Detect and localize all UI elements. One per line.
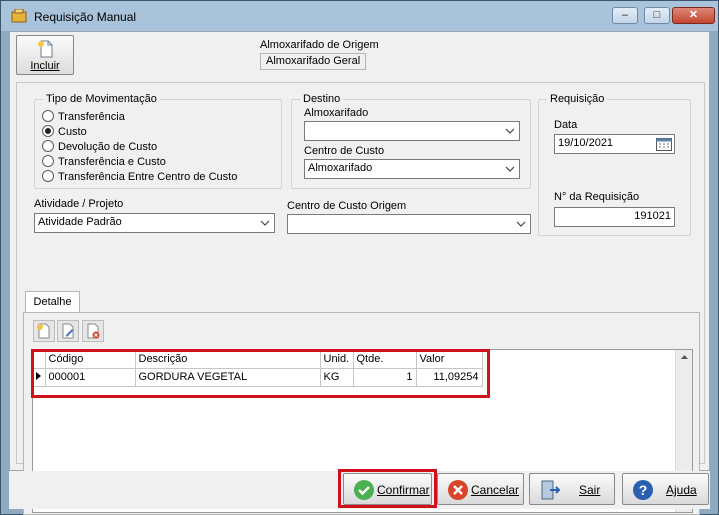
radio-label: Custo: [58, 126, 87, 138]
radio-label: Devolução de Custo: [58, 141, 158, 153]
help-icon: ?: [633, 480, 653, 500]
tab-detalhe[interactable]: Detalhe: [25, 291, 80, 313]
activity-value: Atividade Padrão: [38, 216, 122, 228]
activity-select[interactable]: Atividade Padrão: [34, 213, 275, 233]
exit-label: Sair: [579, 483, 601, 497]
requisition-title: Requisição: [547, 93, 608, 105]
chevron-down-icon: [505, 166, 515, 172]
confirm-label: Confirmar: [377, 483, 430, 497]
help-label: Ajuda: [666, 483, 697, 497]
radio-devolucao-de-custo[interactable]: Devolução de Custo: [42, 140, 157, 153]
window-title: Requisição Manual: [34, 10, 137, 24]
edit-item-button[interactable]: [57, 320, 79, 342]
origin-label: Almoxarifado de Origem: [260, 39, 379, 51]
exit-door-icon: [541, 480, 561, 500]
activity-label: Atividade / Projeto: [34, 198, 124, 210]
bottom-button-bar: Confirmar Cancelar Sair ? Ajuda: [9, 469, 710, 509]
radio-transferencia[interactable]: Transferência: [42, 110, 125, 123]
help-button[interactable]: ? Ajuda: [622, 473, 709, 505]
number-field[interactable]: 191021: [554, 207, 675, 227]
requisition-group: Requisição Data 19/10/2021 N° da Requisi…: [538, 93, 691, 236]
include-button[interactable]: Incluir: [16, 35, 74, 75]
origin-cost-center-label: Centro de Custo Origem: [287, 200, 407, 212]
calendar-icon[interactable]: [656, 137, 672, 151]
cost-center-label: Centro de Custo: [304, 145, 385, 157]
radio-circle: [42, 170, 54, 182]
radio-transferencia-e-custo[interactable]: Transferência e Custo: [42, 155, 166, 168]
new-document-icon: [38, 40, 53, 58]
date-value: 19/10/2021: [558, 137, 614, 149]
scroll-up-icon[interactable]: [676, 350, 693, 364]
minimize-button[interactable]: –: [612, 7, 638, 24]
movement-title: Tipo de Movimentação: [43, 93, 160, 105]
svg-text:?: ?: [639, 482, 648, 498]
app-icon: [11, 9, 27, 23]
date-label: Data: [554, 119, 578, 131]
edit-document-icon: [62, 323, 74, 339]
highlight-grid-box: [31, 349, 490, 398]
number-label: N° da Requisição: [554, 191, 640, 203]
include-label: Incluir: [30, 60, 60, 72]
cost-center-value: Almoxarifado: [308, 162, 373, 174]
warehouse-label: Almoxarifado: [304, 107, 369, 119]
radio-transferencia-entre-centro[interactable]: Transferência Entre Centro de Custo: [42, 170, 237, 183]
chevron-down-icon: [260, 220, 270, 226]
origin-field: Almoxarifado Geral: [260, 53, 366, 70]
cost-center-select[interactable]: Almoxarifado: [304, 159, 520, 179]
form-client: Incluir Almoxarifado de Origem Almoxarif…: [9, 31, 710, 515]
main-panel: Tipo de Movimentação Transferência Custo…: [16, 82, 705, 515]
origin-cost-center-select[interactable]: [287, 214, 531, 234]
requisition-window: Requisição Manual – □ ✕ Incluir Almoxari…: [0, 0, 719, 515]
destination-title: Destino: [300, 93, 344, 105]
maximize-button[interactable]: □: [644, 7, 670, 24]
title-bar: Requisição Manual – □ ✕: [1, 1, 718, 31]
radio-label: Transferência Entre Centro de Custo: [58, 171, 238, 183]
warehouse-select[interactable]: [304, 121, 520, 141]
destination-group: Destino Almoxarifado Centro de Custo Alm…: [291, 93, 531, 189]
cancel-label: Cancelar: [471, 483, 520, 497]
add-item-button[interactable]: [33, 320, 55, 342]
radio-circle: [42, 110, 54, 122]
radio-circle: [42, 125, 54, 137]
cancel-button[interactable]: Cancelar: [437, 473, 524, 505]
exit-button[interactable]: Sair: [529, 473, 615, 505]
radio-custo[interactable]: Custo: [42, 125, 87, 138]
cancel-icon: [448, 480, 468, 500]
chevron-down-icon: [516, 221, 526, 227]
radio-circle: [42, 155, 54, 167]
delete-document-icon: [87, 323, 100, 339]
radio-label: Transferência e Custo: [58, 156, 166, 168]
add-document-icon: [37, 323, 50, 339]
radio-circle: [42, 140, 54, 152]
chevron-down-icon: [505, 128, 515, 134]
close-button[interactable]: ✕: [672, 7, 715, 24]
delete-item-button[interactable]: [82, 320, 104, 342]
check-circle-icon: [354, 480, 374, 500]
date-field[interactable]: 19/10/2021: [554, 134, 675, 154]
movement-group: Tipo de Movimentação Transferência Custo…: [34, 93, 282, 189]
confirm-button[interactable]: Confirmar: [343, 473, 432, 505]
radio-label: Transferência: [58, 111, 125, 123]
